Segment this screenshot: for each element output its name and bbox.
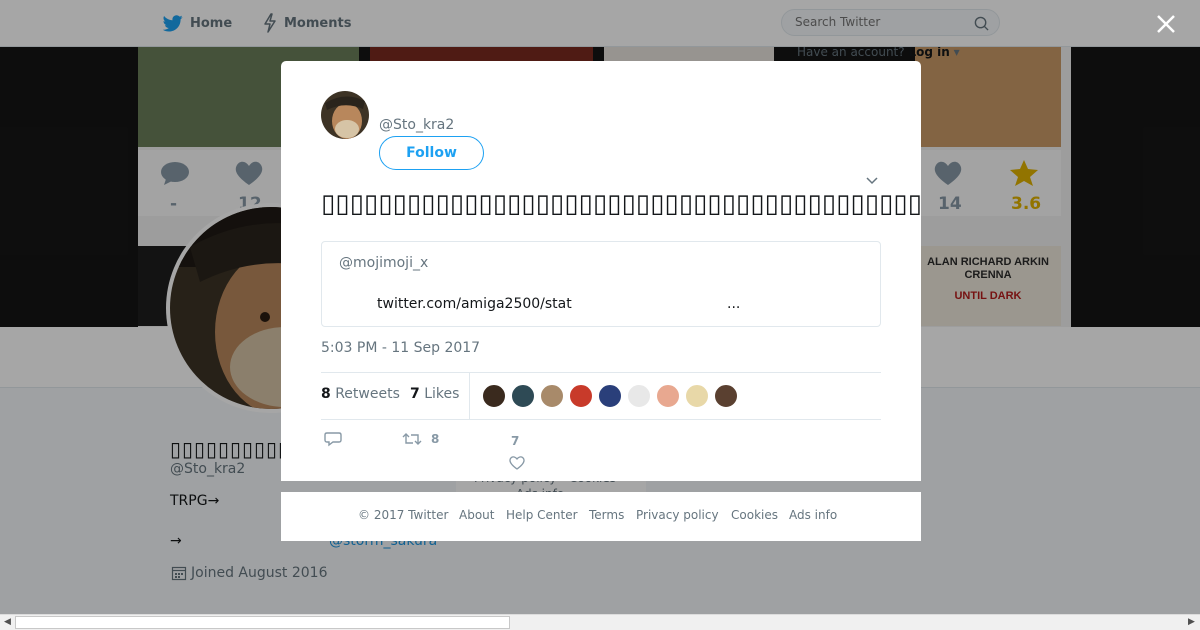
avatar[interactable]: [321, 91, 369, 139]
footer-cookies[interactable]: Cookies: [731, 508, 778, 522]
footer-help[interactable]: Help Center: [506, 508, 578, 522]
reply-icon: [324, 432, 342, 447]
liker-avatar[interactable]: [569, 384, 593, 408]
quoted-tweet-ellipsis: ...: [727, 296, 741, 312]
liker-avatar[interactable]: [598, 384, 622, 408]
tweet-stats: 8 Retweets 7 Likes: [321, 372, 881, 420]
stats-divider: [469, 373, 470, 419]
liker-avatar[interactable]: [511, 384, 535, 408]
liker-avatar[interactable]: [540, 384, 564, 408]
liker-avatar[interactable]: [482, 384, 506, 408]
footer-ads[interactable]: Ads info: [789, 508, 837, 522]
tweet-modal: @Sto_kra2 Follow ▯▯▯▯▯▯▯▯▯▯▯▯▯▯▯▯▯▯▯▯▯▯▯…: [281, 61, 921, 481]
tweet-text: ▯▯▯▯▯▯▯▯▯▯▯▯▯▯▯▯▯▯▯▯▯▯▯▯▯▯▯▯▯▯▯▯▯▯▯▯▯▯▯▯…: [321, 189, 921, 219]
retweet-icon: [402, 433, 422, 445]
horizontal-scrollbar[interactable]: ◀ ▶: [0, 614, 1200, 630]
footer-terms[interactable]: Terms: [589, 508, 624, 522]
quoted-tweet[interactable]: @mojimoji_x twitter.com/amiga2500/stat .…: [321, 241, 881, 327]
scroll-right-icon[interactable]: ▶: [1188, 617, 1195, 627]
retweets-label: Retweets: [335, 386, 400, 402]
reply-button[interactable]: [324, 431, 342, 447]
liker-avatar[interactable]: [627, 384, 651, 408]
quoted-tweet-link[interactable]: twitter.com/amiga2500/stat: [377, 296, 572, 312]
scroll-left-icon[interactable]: ◀: [4, 617, 11, 627]
tweet-actions: 8 7: [321, 428, 881, 478]
liker-avatar[interactable]: [714, 384, 738, 408]
retweets-stat[interactable]: 8 Retweets: [321, 386, 400, 402]
likes-count: 7: [410, 386, 420, 402]
follow-button[interactable]: Follow: [379, 136, 484, 170]
retweet-count: 8: [431, 432, 440, 446]
heart-icon[interactable]: [509, 455, 525, 471]
like-count: 7: [511, 434, 520, 448]
tweet-author-handle[interactable]: @Sto_kra2: [379, 117, 454, 133]
retweets-count: 8: [321, 386, 331, 402]
modal-footer: © 2017 Twitter About Help Center Terms P…: [281, 492, 921, 541]
footer-privacy[interactable]: Privacy policy: [636, 508, 719, 522]
chevron-down-icon[interactable]: [865, 173, 879, 187]
retweet-button[interactable]: 8: [402, 431, 439, 447]
liker-avatar[interactable]: [656, 384, 680, 408]
footer-about[interactable]: About: [459, 508, 494, 522]
footer-copyright: © 2017 Twitter: [358, 508, 449, 522]
close-icon[interactable]: [1153, 11, 1179, 37]
tweet-timestamp[interactable]: 5:03 PM - 11 Sep 2017: [321, 340, 480, 356]
liker-avatar[interactable]: [685, 384, 709, 408]
scrollbar-thumb[interactable]: [15, 616, 510, 629]
likes-stat[interactable]: 7 Likes: [410, 386, 459, 402]
likes-label: Likes: [424, 386, 460, 402]
quoted-tweet-user[interactable]: @mojimoji_x: [339, 255, 428, 271]
